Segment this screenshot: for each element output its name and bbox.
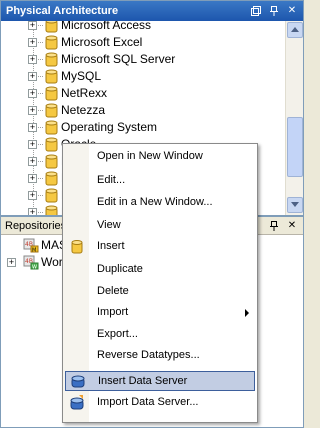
scrollbar-thumb[interactable] — [287, 117, 303, 177]
tree-item[interactable]: + Operating System — [1, 119, 285, 136]
close-icon[interactable]: ✕ — [285, 219, 299, 233]
expand-icon[interactable]: + — [28, 89, 37, 98]
menu-item-view[interactable]: View — [65, 216, 255, 236]
menu-item-label: Insert Data Server — [98, 375, 188, 387]
menu-item-insert[interactable]: Insert — [65, 237, 255, 257]
menu-item-duplicate[interactable]: Duplicate — [65, 260, 255, 280]
menu-item-label: Delete — [97, 285, 129, 297]
master-repository-icon: 4B M — [23, 238, 39, 253]
work-repository-icon: 4B W — [23, 255, 39, 270]
pin-icon[interactable] — [267, 4, 281, 18]
menu-item-label: Duplicate — [97, 263, 143, 275]
submenu-arrow-icon — [245, 309, 249, 317]
tree-item[interactable]: + NetRexx — [1, 85, 285, 102]
expand-icon[interactable]: + — [7, 258, 16, 267]
vertical-scrollbar[interactable] — [285, 21, 303, 215]
tree-item-label: Microsoft Excel — [61, 35, 143, 49]
expand-icon[interactable]: + — [28, 123, 37, 132]
menu-item-edit[interactable]: Edit... — [65, 171, 255, 191]
menu-item-label: Export... — [97, 328, 138, 340]
menu-item-open-in-new-window[interactable]: Open in New Window — [65, 147, 255, 167]
scroll-down-icon[interactable] — [287, 197, 303, 213]
expand-icon[interactable]: + — [28, 55, 37, 64]
technology-folder-icon — [45, 205, 58, 215]
menu-item-import[interactable]: Import — [65, 303, 255, 323]
menu-item-label: Import Data Server... — [97, 396, 199, 408]
repository-label: Wor — [41, 255, 63, 269]
database-icon — [71, 240, 83, 254]
expand-icon[interactable]: + — [28, 72, 37, 81]
technology-folder-icon — [45, 137, 58, 152]
expand-icon[interactable]: + — [28, 38, 37, 47]
tree-item-label: Netezza — [61, 103, 106, 117]
expand-icon[interactable]: + — [28, 21, 37, 30]
data-server-icon — [71, 375, 85, 388]
technology-folder-icon — [45, 120, 58, 135]
tree-item-label: MySQL — [61, 69, 102, 83]
menu-item-label: View — [97, 219, 121, 231]
menu-item-export[interactable]: Export... — [65, 325, 255, 345]
scroll-up-icon[interactable] — [287, 22, 303, 38]
menu-item-label: Edit... — [97, 174, 126, 186]
tree-item[interactable]: + MySQL — [1, 68, 285, 85]
pin-icon[interactable] — [267, 219, 281, 233]
technology-folder-icon — [45, 21, 58, 33]
menu-item-label: Reverse Datatypes... — [97, 349, 200, 361]
svg-text:W: W — [32, 265, 37, 271]
menu-item-label: Edit in a New Window... — [97, 196, 213, 208]
svg-text:M: M — [32, 248, 36, 254]
menu-item-reverse-datatypes[interactable]: Reverse Datatypes... — [65, 346, 255, 366]
menu-item-insert-data-server[interactable]: Insert Data Server — [65, 371, 255, 391]
menu-item-label: Insert — [97, 240, 125, 252]
technology-folder-icon — [45, 171, 58, 186]
close-icon[interactable]: ✕ — [285, 4, 299, 18]
expand-icon[interactable]: + — [28, 208, 37, 215]
technology-folder-icon — [45, 86, 58, 101]
expand-icon[interactable]: + — [28, 140, 37, 149]
context-menu: Open in New Window Edit... Edit in a New W… — [62, 143, 258, 423]
tree-item[interactable]: + Microsoft SQL Server — [1, 51, 285, 68]
expand-icon[interactable]: + — [28, 191, 37, 200]
tree-item[interactable]: + Microsoft Access — [1, 21, 285, 34]
expand-icon[interactable]: + — [28, 157, 37, 166]
menu-item-import-data-server[interactable]: Import Data Server... — [65, 393, 255, 413]
technology-folder-icon — [45, 154, 58, 169]
tree-item-label: NetRexx — [61, 86, 108, 100]
expand-icon[interactable]: + — [28, 106, 37, 115]
menu-item-label: Open in New Window — [97, 150, 203, 162]
tree-item-label: Operating System — [61, 120, 158, 134]
technology-folder-icon — [45, 103, 58, 118]
tree-item[interactable]: + Microsoft Excel — [1, 34, 285, 51]
panel-title: Physical Architecture — [6, 5, 119, 17]
tree-item[interactable]: + Netezza — [1, 102, 285, 119]
technology-folder-icon — [45, 69, 58, 84]
float-window-icon[interactable] — [249, 4, 263, 18]
menu-item-label: Import — [97, 306, 129, 318]
tree-item-label: Microsoft SQL Server — [61, 52, 176, 66]
menu-item-delete[interactable]: Delete — [65, 282, 255, 302]
import-server-icon — [70, 395, 84, 410]
technology-folder-icon — [45, 52, 58, 67]
physical-architecture-titlebar: Physical Architecture ✕ — [1, 1, 303, 21]
technology-folder-icon — [45, 35, 58, 50]
tree-item-label: Microsoft Access — [61, 21, 152, 32]
menu-item-edit-in-a-new-window[interactable]: Edit in a New Window... — [65, 193, 255, 213]
expand-icon[interactable]: + — [28, 174, 37, 183]
technology-folder-icon — [45, 188, 58, 203]
